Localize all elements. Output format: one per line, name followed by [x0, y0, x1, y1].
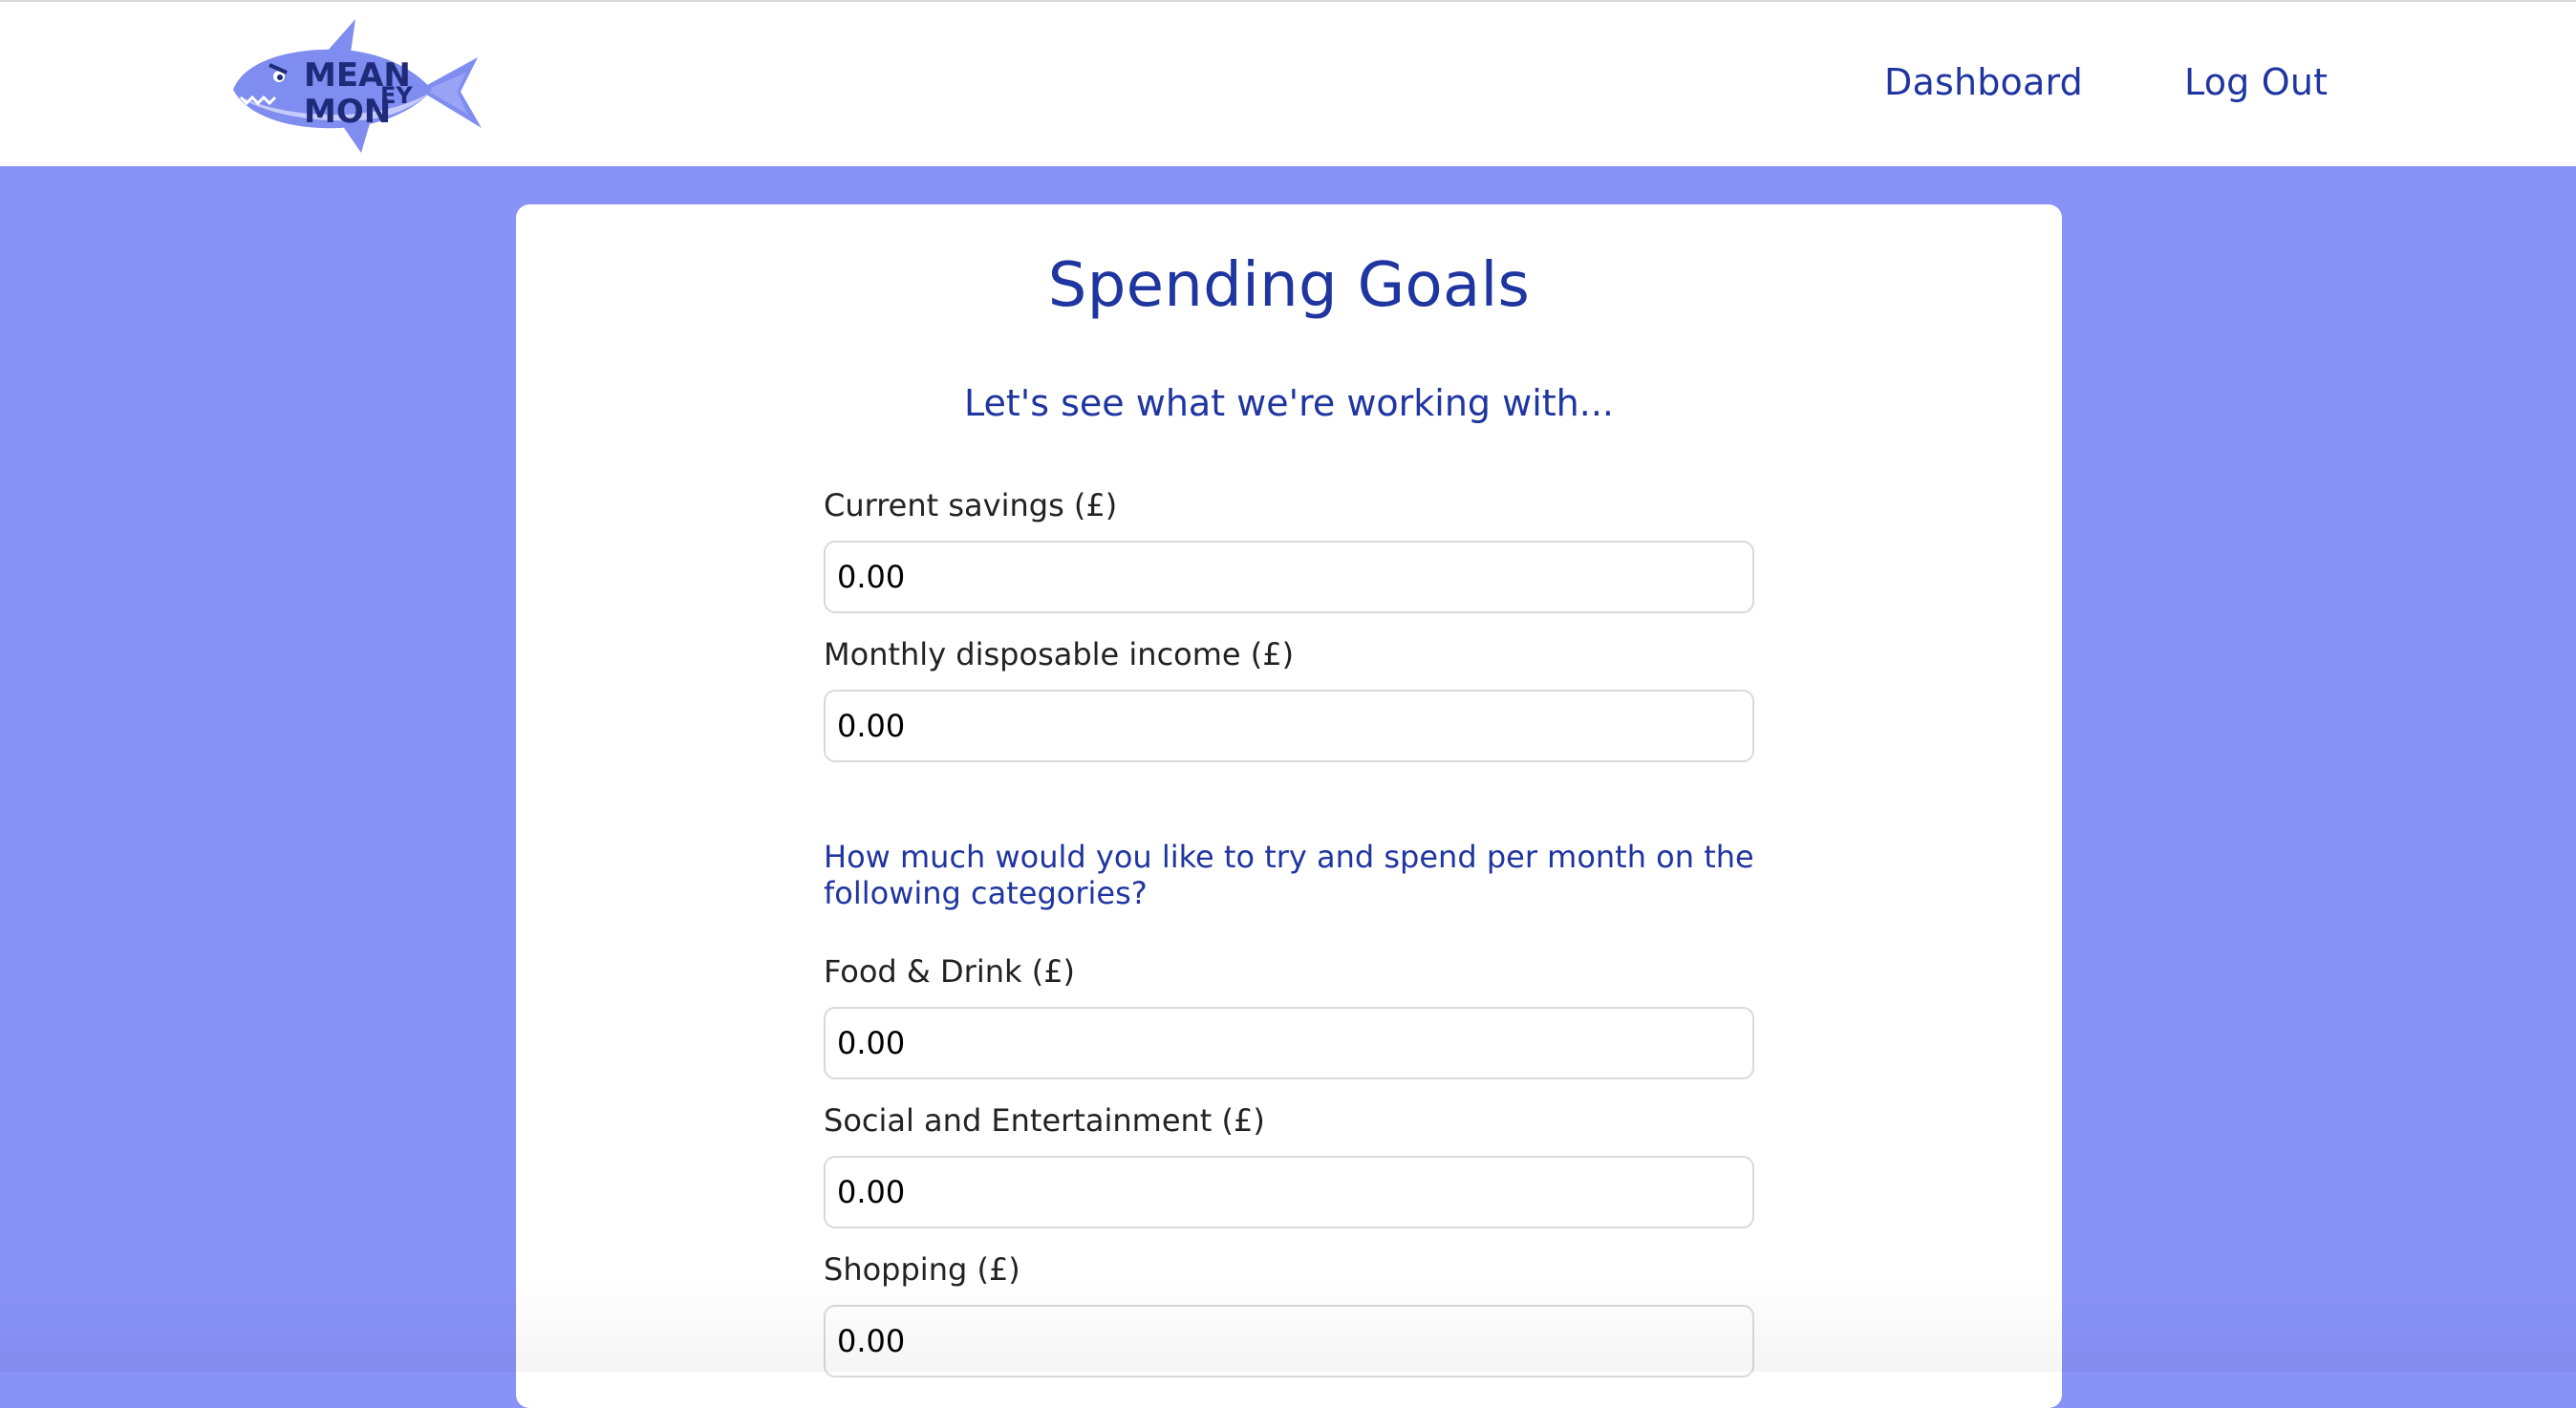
svg-text:EY: EY: [380, 82, 413, 109]
page-title: Spending Goals: [1047, 250, 1531, 321]
shopping-input[interactable]: [824, 1305, 1754, 1377]
food-drink-input[interactable]: [824, 1007, 1754, 1079]
spending-goals-card: Spending Goals Let's see what we're work…: [516, 204, 2062, 1408]
page-subtitle: Let's see what we're working with...: [964, 382, 1614, 424]
categories-question: How much would you like to try and spend…: [824, 839, 1754, 911]
social-entertainment-label: Social and Entertainment (£): [824, 1102, 1265, 1139]
monthly-income-label: Monthly disposable income (£): [824, 636, 1295, 672]
food-drink-label: Food & Drink (£): [824, 953, 1076, 990]
current-savings-label: Current savings (£): [824, 487, 1118, 523]
monthly-income-input[interactable]: [824, 690, 1754, 762]
top-navbar: MEAN MON EY Dashboard Log Out: [0, 2, 2576, 166]
shark-logo-icon[interactable]: MEAN MON EY: [227, 15, 483, 155]
social-entertainment-input[interactable]: [824, 1156, 1754, 1228]
svg-text:MON: MON: [304, 93, 391, 131]
shopping-label: Shopping (£): [824, 1251, 1020, 1288]
nav-logout-link[interactable]: Log Out: [2184, 61, 2328, 103]
current-savings-input[interactable]: [824, 541, 1754, 613]
nav-dashboard-link[interactable]: Dashboard: [1884, 61, 2083, 103]
